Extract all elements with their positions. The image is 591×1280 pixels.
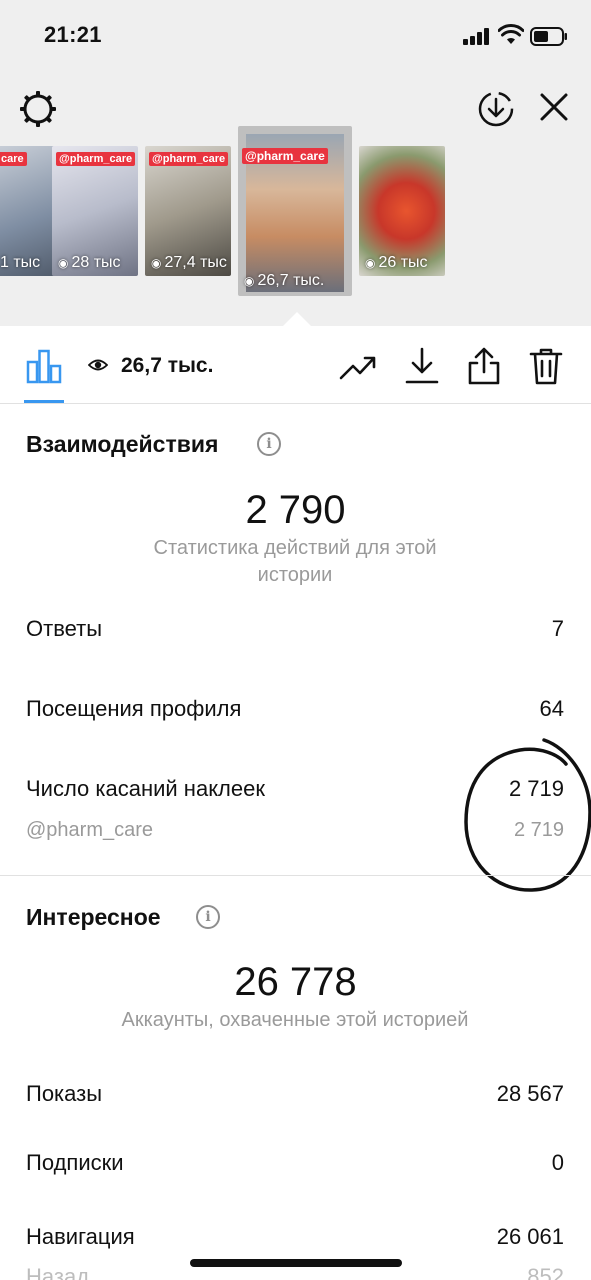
navigation-label: Навигация <box>26 1224 135 1249</box>
eye-icon: ◉ <box>151 256 162 270</box>
story-preview-header: 21:21 care 1 тыс @pharm_care ◉ 28 тыс @p… <box>0 0 591 326</box>
profile-visits-value: 64 <box>539 696 564 721</box>
interactions-total: 2 790 <box>245 488 346 532</box>
story-view-count: ◉ 26,7 тыс. <box>244 272 325 289</box>
discovery-total: 26 778 <box>234 960 357 1004</box>
status-time: 21:21 <box>44 22 102 47</box>
story-thumbnail[interactable]: @pharm_care ◉ 27,4 тыс <box>145 146 231 276</box>
bar-chart-icon[interactable] <box>26 348 62 384</box>
share-icon[interactable] <box>464 346 504 386</box>
story-thumbnail[interactable]: ◉ 26 тыс <box>359 146 445 276</box>
close-icon[interactable] <box>536 89 572 125</box>
story-toolbar: 26,7 тыс. <box>0 326 591 404</box>
follows-value: 0 <box>551 1150 564 1175</box>
trend-icon[interactable] <box>338 346 378 386</box>
story-sticker-tag: care <box>0 152 27 166</box>
eye-icon: ◉ <box>365 256 376 270</box>
story-thumbnail[interactable]: @pharm_care ◉ 28 тыс <box>52 146 138 276</box>
back-label: Назад <box>26 1264 90 1280</box>
eye-icon: ◉ <box>244 274 255 288</box>
impressions-label: Показы <box>26 1081 103 1106</box>
download-icon[interactable] <box>402 346 442 386</box>
replies-label: Ответы <box>26 616 103 641</box>
active-tab-indicator <box>24 400 64 403</box>
section-divider <box>0 875 591 876</box>
story-thumbnail-selected[interactable]: @pharm_care ◉ 26,7 тыс. <box>238 126 352 296</box>
selection-caret <box>283 312 311 326</box>
hand-drawn-circle-annotation <box>464 738 591 892</box>
story-view-count: ◉ 27,4 тыс <box>151 254 227 271</box>
profile-visits-label: Посещения профиля <box>26 696 242 721</box>
impressions-value: 28 567 <box>496 1081 564 1106</box>
story-view-count: ◉ 26 тыс <box>365 254 428 271</box>
wifi-icon <box>498 24 524 44</box>
discovery-title: Интересное <box>26 904 161 930</box>
cellular-signal-icon <box>463 28 491 45</box>
follows-label: Подписки <box>26 1150 124 1175</box>
view-count: 26,7 тыс. <box>121 354 214 377</box>
trash-icon[interactable] <box>526 346 566 386</box>
story-thumbnail-strip[interactable]: care 1 тыс @pharm_care ◉ 28 тыс @pharm_ca… <box>0 126 591 326</box>
discovery-caption: Аккаунты, охваченные этой историей <box>121 1009 469 1031</box>
battery-icon <box>530 27 567 46</box>
eye-icon: ◉ <box>58 256 69 270</box>
replies-value: 7 <box>551 616 564 641</box>
story-sticker-tag: @pharm_care <box>56 152 136 166</box>
interactions-caption: Статистика действий для этой истории <box>153 537 437 586</box>
story-view-count: ◉ 28 тыс <box>58 254 121 271</box>
info-icon[interactable]: i <box>196 905 220 929</box>
download-circle-icon[interactable] <box>476 89 516 129</box>
story-sticker-tag: @pharm_care <box>242 148 328 164</box>
interactions-title: Взаимодействия <box>26 431 219 457</box>
back-value: 852 <box>527 1264 564 1280</box>
eye-icon <box>88 359 108 371</box>
sticker-mention-label: @pharm_care <box>26 819 154 841</box>
navigation-value: 26 061 <box>496 1224 564 1249</box>
story-view-count: 1 тыс <box>0 254 41 271</box>
story-sticker-tag: @pharm_care <box>149 152 229 166</box>
settings-icon[interactable] <box>18 89 58 129</box>
sticker-taps-label: Число касаний наклеек <box>26 776 265 801</box>
home-indicator[interactable] <box>190 1259 402 1267</box>
info-icon[interactable]: i <box>257 432 281 456</box>
